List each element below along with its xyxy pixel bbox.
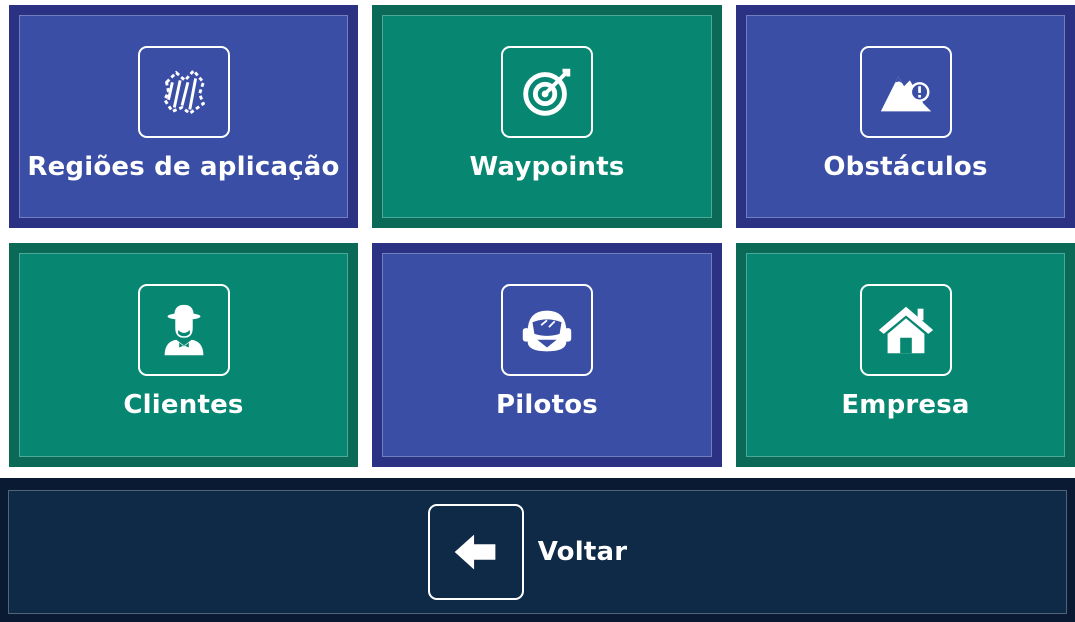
tile-clientes[interactable]: Clientes	[9, 243, 358, 467]
arrow-left-icon	[427, 504, 524, 600]
map-region-icon	[137, 45, 230, 138]
house-icon	[859, 284, 952, 376]
tile-label: Waypoints	[469, 151, 625, 182]
pilot-helmet-icon	[501, 284, 593, 376]
tile-label: Obstáculos	[823, 151, 988, 182]
back-button[interactable]: Voltar	[0, 478, 1075, 622]
farmer-icon	[137, 284, 230, 376]
tile-regioes-de-aplicacao[interactable]: Regiões de aplicação	[9, 5, 358, 228]
back-label: Voltar	[537, 537, 628, 567]
tile-label: Clientes	[123, 390, 244, 420]
tile-pilotos[interactable]: Pilotos	[372, 243, 722, 467]
tile-obstaculos[interactable]: Obstáculos	[736, 5, 1075, 228]
tile-waypoints[interactable]: Waypoints	[372, 5, 722, 228]
tile-empresa[interactable]: Empresa	[736, 243, 1075, 467]
tile-label: Empresa	[841, 390, 970, 420]
mountain-alert-icon	[859, 45, 952, 138]
tile-label: Pilotos	[496, 390, 598, 420]
tile-label: Regiões de aplicação	[27, 151, 340, 182]
target-icon	[501, 45, 593, 138]
